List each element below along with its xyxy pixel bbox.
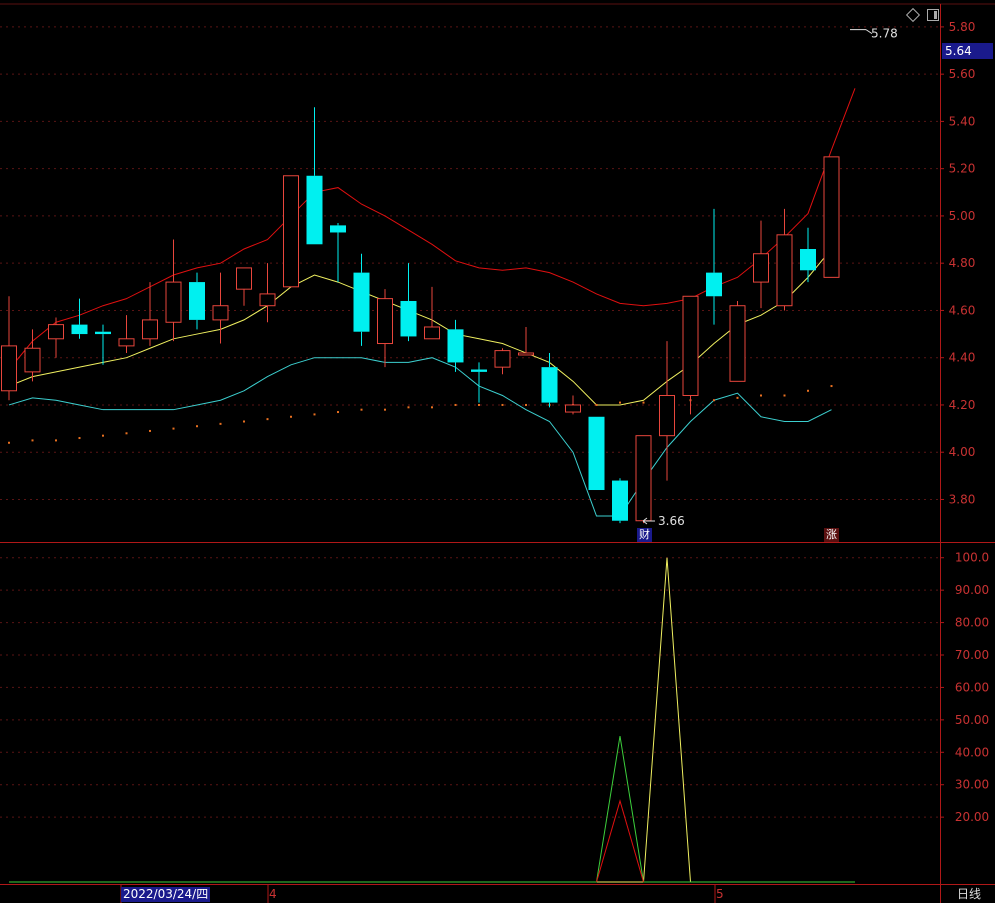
stock-chart: 5.80 5.60 5.40 5.20 5.00 4.80 4.60 4.40 4.20 4.00… bbox=[0, 0, 995, 903]
indicator-dot bbox=[501, 403, 504, 406]
indicator-dot bbox=[783, 394, 786, 397]
low-price-marker: 3.66 bbox=[658, 514, 685, 528]
indicator-dot bbox=[31, 439, 34, 442]
indicator-dot bbox=[431, 406, 433, 409]
main-y-tick-label: 5.40 bbox=[949, 114, 976, 128]
sub-y-tick-label: 20.00 bbox=[955, 810, 989, 824]
indicator-dot bbox=[454, 403, 457, 406]
indicator-dot bbox=[172, 427, 175, 430]
main-y-tick-label: 4.40 bbox=[949, 351, 976, 365]
indicator-dot bbox=[760, 394, 762, 397]
indicator-dot bbox=[55, 439, 57, 442]
indicator-dot bbox=[407, 406, 410, 409]
indicator-dot bbox=[290, 415, 292, 418]
indicator-dot bbox=[149, 429, 151, 432]
indicator-dot bbox=[243, 420, 245, 423]
candle-up bbox=[283, 175, 299, 288]
cursor-date-label: 2022/03/24/四 bbox=[121, 887, 211, 902]
main-y-tick-label: 5.60 bbox=[949, 67, 976, 81]
candle-up bbox=[823, 156, 840, 278]
main-y-tick-label: 4.80 bbox=[949, 256, 976, 270]
sub-y-tick-label: 40.00 bbox=[955, 745, 989, 759]
main-y-tick-label: 4.00 bbox=[949, 445, 976, 459]
window-toggle-icon[interactable] bbox=[927, 9, 939, 21]
sub-y-tick-label: 50.00 bbox=[955, 713, 989, 727]
indicator-dot bbox=[337, 411, 339, 414]
indicator-dot bbox=[525, 403, 527, 406]
sub-y-tick-label: 80.00 bbox=[955, 616, 989, 630]
indicator-dot bbox=[196, 425, 198, 428]
main-y-tick-label: 5.00 bbox=[949, 209, 976, 223]
candle-down bbox=[588, 416, 605, 491]
indicator-dot bbox=[595, 403, 598, 406]
finance-event-badge[interactable]: 财 bbox=[637, 528, 652, 542]
month-label-april: 4 bbox=[269, 887, 277, 901]
sub-y-tick-label: 60.00 bbox=[955, 680, 989, 694]
sub-y-tick-label: 70.00 bbox=[955, 648, 989, 662]
indicator-dot bbox=[125, 432, 128, 435]
sub-y-tick-label: 90.00 bbox=[955, 583, 989, 597]
main-y-tick-label: 3.80 bbox=[949, 492, 976, 506]
rise-event-badge[interactable]: 涨 bbox=[824, 528, 839, 542]
main-y-tick-label: 4.60 bbox=[949, 303, 976, 317]
indicator-dot bbox=[830, 385, 833, 388]
main-y-tick-label: 5.80 bbox=[949, 20, 976, 34]
indicator-dot bbox=[219, 422, 222, 425]
candle-up bbox=[729, 300, 746, 382]
period-label[interactable]: 日线 bbox=[945, 886, 993, 903]
high-price-marker: 5.78 bbox=[871, 27, 898, 41]
candle-down bbox=[612, 478, 628, 524]
indicator-dot bbox=[736, 396, 739, 399]
indicator-dot bbox=[266, 418, 269, 421]
indicator-dot bbox=[360, 408, 363, 411]
indicator-dot bbox=[807, 389, 809, 392]
sub-y-tick-label: 30.00 bbox=[955, 778, 989, 792]
indicator-dot bbox=[313, 413, 316, 416]
indicator-dot bbox=[619, 401, 621, 404]
indicator-dot bbox=[8, 441, 10, 444]
month-label-may: 5 bbox=[716, 887, 724, 901]
candle-up bbox=[635, 435, 652, 524]
indicator-dot bbox=[713, 399, 715, 402]
sub-y-tick-label: 100.0 bbox=[955, 551, 989, 565]
main-y-tick-label: 4.20 bbox=[949, 398, 976, 412]
indicator-dot bbox=[478, 403, 480, 406]
indicator-dot bbox=[642, 401, 645, 404]
indicator-dot bbox=[102, 434, 104, 437]
current-price-badge: 5.64 bbox=[942, 43, 993, 59]
main-y-tick-label: 5.20 bbox=[949, 162, 976, 176]
indicator-dot bbox=[384, 408, 386, 411]
indicator-dot bbox=[78, 437, 81, 440]
